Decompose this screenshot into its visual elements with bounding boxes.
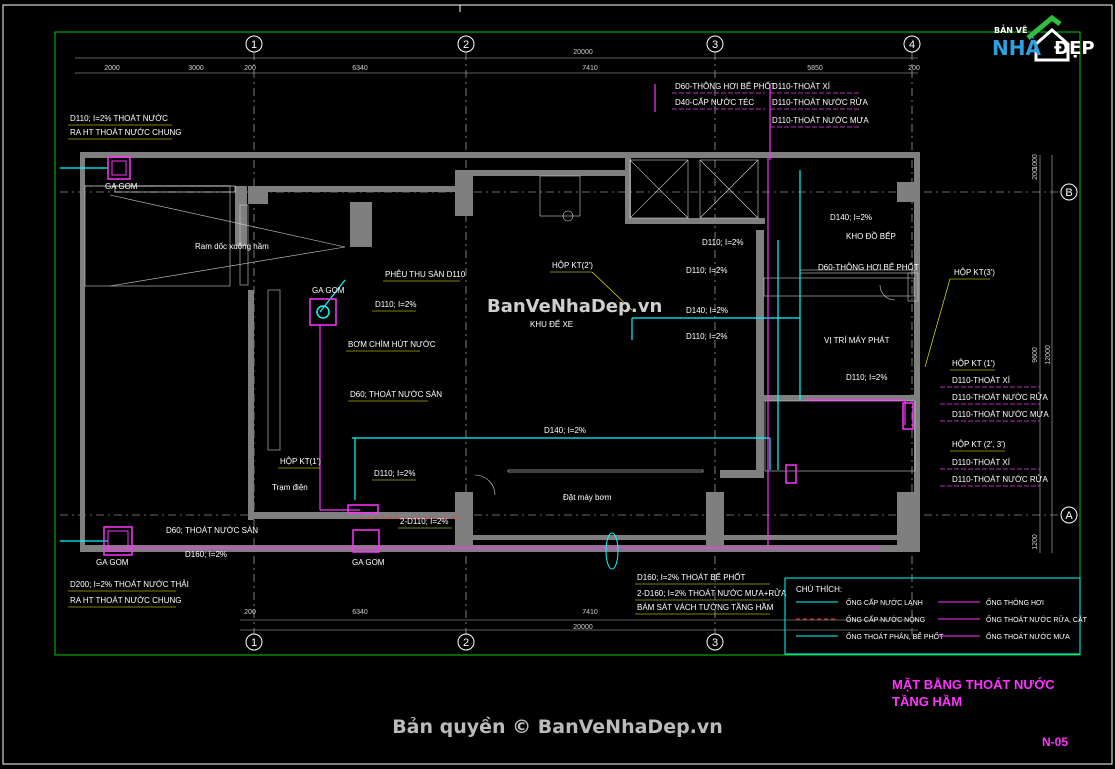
label-d110-a: D110; I=2%	[375, 300, 416, 309]
label-hopkt1-a: D110-THOÁT XÍ	[952, 376, 1011, 385]
label-ga-gom-1: GA GOM	[105, 182, 138, 191]
legend-item-2: ỐNG THÔNG HƠI	[986, 597, 1044, 607]
dim-top-seg-5: 7410	[582, 65, 598, 72]
dim-top-seg-6: 5850	[807, 65, 823, 72]
logo-small-text: BẢN VẼ	[994, 26, 1028, 35]
walls	[80, 152, 920, 552]
logo-big-text: NHÀ	[992, 36, 1041, 60]
label-hopkt1-b: D110-THOÁT NƯỚC RỬA	[952, 393, 1048, 402]
dim-top-overall: 20000	[573, 49, 593, 56]
label-two-d110: 2-D110; I=2%	[400, 517, 449, 526]
label-top-c1: D60-THÔNG HƠI BỂ PHỐT	[675, 81, 776, 91]
grid-col-1: 1	[251, 39, 257, 51]
label-top-left-1: D110; I=2% THOÁT NƯỚC	[70, 114, 168, 123]
leader-lines-magenta	[672, 92, 1040, 487]
dim-right-overall: 12000	[1045, 345, 1052, 365]
leader-lines	[68, 124, 1005, 615]
title-line-2: TẦNG HẦM	[892, 694, 963, 709]
label-hopkt23-b: D110-THOÁT NƯỚC RỬA	[952, 475, 1048, 484]
legend-item-1: ỐNG CẤP NƯỚC LẠNH	[846, 597, 923, 607]
dim-right-seg-3: 9600	[1032, 347, 1039, 363]
label-d140-main: D140; I=2%	[544, 426, 586, 435]
legend-item-5: ỐNG THOÁT PHÂN, BỂ PHỐT	[846, 631, 944, 641]
label-ga-gom-2: GA GOM	[312, 286, 345, 295]
dim-top-seg-3: 200	[244, 65, 256, 72]
label-top-r1: D110-THOÁT XÍ	[772, 82, 831, 91]
label-top-r2: D110-THOÁT NƯỚC RỬA	[772, 98, 868, 107]
drainage-floor-plan: 1 2 3 4 1 2 3 B A 20000 2000 3000 200 63…	[2, 4, 1113, 765]
label-d200-2: RA HT THOÁT NƯỚC CHUNG	[70, 596, 181, 605]
label-kho-do-bep: KHO ĐỒ BẾP	[846, 231, 896, 241]
label-d160: D160; I=2%	[185, 550, 227, 559]
label-hopkt1-t: HỘP KT (1')	[952, 359, 995, 368]
label-top-c2: D40-CẤP NƯỚC TÉC	[675, 97, 754, 107]
dim-bottom-overall: 20000	[573, 624, 593, 631]
grid-col-1-bottom: 1	[251, 637, 257, 649]
label-ram-doc: Ram dốc xuống hầm	[195, 242, 269, 251]
label-hopkt1-c: D110-THOÁT NƯỚC MƯA	[952, 410, 1049, 419]
outer-border	[2, 4, 1113, 765]
label-vi-tri-may-phat: VỊ TRÍ MÁY PHÁT	[824, 336, 890, 345]
label-ga-gom-3: GA GOM	[96, 558, 129, 567]
site-logo: BẢN VẼ NHÀ ĐẸP	[988, 14, 1103, 74]
grid-col-4: 4	[909, 39, 915, 51]
label-hop-kt-2: HỘP KT(2')	[552, 261, 593, 270]
label-bot-3: BÁM SÁT VÁCH TƯỜNG TẦNG HẦM	[637, 602, 774, 612]
label-top-left-2: RA HT THOÁT NƯỚC CHUNG	[70, 128, 181, 137]
label-hop-kt-3: HỘP KT(3')	[954, 268, 995, 277]
label-d60-thoat-nuoc-san: D60; THOÁT NƯỚC SÀN	[166, 526, 258, 535]
logo-end-text: ĐẸP	[1054, 38, 1095, 59]
dim-right-seg-4: 1200	[1032, 534, 1039, 550]
label-tram-dien: Trạm điện	[272, 483, 308, 492]
legend-title: CHÚ THÍCH:	[796, 585, 842, 594]
label-d110-c: D110; I=2%	[686, 266, 727, 275]
label-d60-thoat-san: D60; THOÁT NƯỚC SÀN	[350, 390, 442, 399]
grid-col-2-bottom: 2	[463, 637, 469, 649]
label-hopkt23-t: HỘP KT (2', 3')	[952, 440, 1006, 449]
label-d110-b: D110; I=2%	[702, 238, 743, 247]
grid-col-2: 2	[463, 39, 469, 51]
label-bom-chim: BƠM CHÌM HÚT NƯỚC	[348, 340, 436, 349]
grid-col-3: 3	[712, 39, 718, 51]
legend-item-6: ỐNG THOÁT NƯỚC MƯA	[986, 631, 1070, 641]
dim-bottom-seg-3: 7410	[582, 609, 598, 616]
label-top-r3: D110-THOÁT NƯỚC MƯA	[772, 116, 869, 125]
dim-bottom-seg-2: 6340	[352, 609, 368, 616]
dim-top-seg-2: 3000	[188, 65, 204, 72]
legend-items: ỐNG CẤP NƯỚC LẠNH ỐNG THÔNG HƠI ỐNG CẤP …	[796, 597, 1088, 641]
wall-outlines	[84, 159, 919, 496]
dim-right-seg-2: 1000	[1032, 154, 1039, 170]
ga-gom-pits	[103, 156, 914, 556]
label-bot-2: 2-D160; I=2% THOÁT NƯỚC MƯA+RỬA	[637, 589, 787, 598]
grid-row-a: A	[1065, 510, 1073, 522]
label-khu-de-xe: KHU ĐỂ XE	[530, 320, 573, 329]
dim-top-seg-7: 200	[908, 65, 920, 72]
label-d140-a: D140; I=2%	[686, 306, 728, 315]
label-hop-kt-1: HỘP KT(1')	[280, 457, 321, 466]
drawing-title: MẶT BẰNG THOÁT NƯỚC TẦNG HẦM	[892, 676, 1055, 710]
dim-bottom-seg-1: 200	[244, 609, 256, 616]
dim-top-seg-4: 6340	[352, 65, 368, 72]
label-d140-b: D140; I=2%	[830, 213, 872, 222]
label-d110-d: D110; I=2%	[686, 332, 727, 341]
legend-item-3: ỐNG CẤP NƯỚC NÓNG	[846, 614, 925, 624]
legend-item-4: ỐNG THOÁT NƯỚC RỬA, CẶT	[986, 614, 1088, 624]
label-d110-f: D110; I=2%	[374, 469, 415, 478]
label-hopkt23-a: D110-THOÁT XÍ	[952, 458, 1011, 467]
label-d110-e: D110; I=2%	[846, 373, 887, 382]
label-pheu-thu: PHỄU THU SÀN D110	[385, 270, 466, 279]
title-line-1: MẶT BẰNG THOÁT NƯỚC	[892, 677, 1055, 692]
dim-top-seg-1: 2000	[104, 65, 120, 72]
label-dat-may-bom: Đặt máy bơm	[563, 493, 612, 502]
copyright-text: Bản quyền © BanVeNhaDep.vn	[392, 716, 723, 738]
label-bot-1: D160; I=2% THOÁT BỂ PHỐT	[637, 572, 746, 582]
label-ga-gom-4: GA GOM	[352, 558, 385, 567]
label-d60-thong-hoi: D60-THÔNG HƠI BỂ PHỐT	[818, 262, 919, 272]
label-d200-1: D200; I=2% THOÁT NƯỚC THẢI	[70, 580, 189, 589]
inner-border	[54, 31, 1081, 656]
grid-row-b: B	[1065, 187, 1072, 199]
watermark: BanVeNhaDep.vn	[487, 296, 663, 317]
grid-col-3-bottom: 3	[712, 637, 718, 649]
